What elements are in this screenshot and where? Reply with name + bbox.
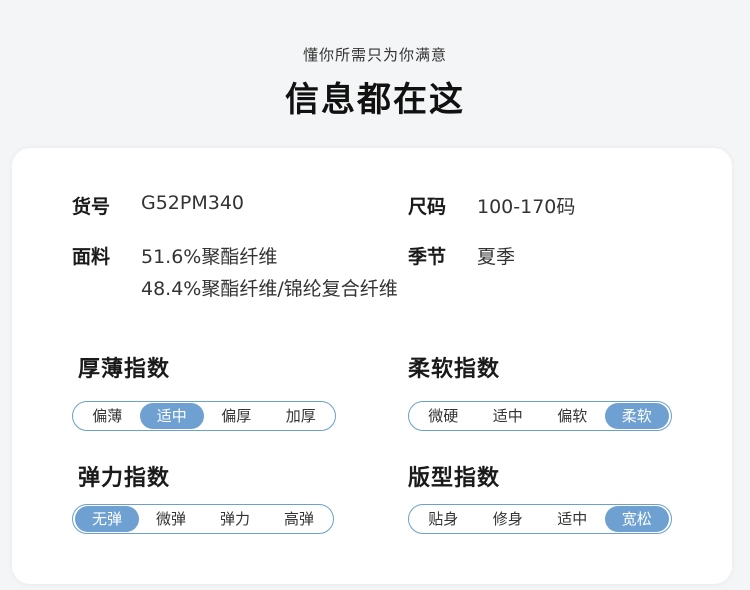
item-number-value: G52PM340 xyxy=(141,192,245,214)
fit-option[interactable]: 宽松 xyxy=(604,506,669,532)
softness-index-title: 柔软指数 xyxy=(408,357,501,382)
softness-option[interactable]: 适中 xyxy=(476,403,541,429)
softness-option[interactable]: 偏软 xyxy=(540,403,605,429)
elasticity-option[interactable]: 微弹 xyxy=(139,506,203,532)
thickness-option[interactable]: 适中 xyxy=(139,403,204,429)
elasticity-index-title: 弹力指数 xyxy=(78,466,171,491)
softness-scale: 微硬 适中 偏软 柔软 xyxy=(408,401,672,431)
thickness-option[interactable]: 加厚 xyxy=(269,403,334,429)
page-title: 信息都在这 xyxy=(285,80,465,120)
elasticity-option[interactable]: 无弹 xyxy=(75,506,139,532)
fit-option[interactable]: 贴身 xyxy=(411,506,476,532)
info-card: 货号 G52PM340 尺码 100-170码 面料 51.6%聚酯纤维 48.… xyxy=(12,148,732,584)
fit-option[interactable]: 适中 xyxy=(540,506,605,532)
item-number-label: 货号 xyxy=(72,196,111,218)
season-value: 夏季 xyxy=(477,246,516,268)
fit-scale: 贴身 修身 适中 宽松 xyxy=(408,504,672,534)
size-value: 100-170码 xyxy=(477,196,576,218)
elasticity-scale: 无弹 微弹 弹力 高弹 xyxy=(72,504,334,534)
size-label: 尺码 xyxy=(408,196,447,218)
fit-index-title: 版型指数 xyxy=(408,466,501,491)
thickness-option[interactable]: 偏厚 xyxy=(204,403,269,429)
thickness-scale: 偏薄 适中 偏厚 加厚 xyxy=(72,401,336,431)
softness-option[interactable]: 柔软 xyxy=(604,403,669,429)
page-subtitle: 懂你所需只为你满意 xyxy=(302,46,447,64)
thickness-option[interactable]: 偏薄 xyxy=(75,403,140,429)
fabric-value-line1: 51.6%聚酯纤维 xyxy=(141,246,278,268)
season-label: 季节 xyxy=(408,246,447,268)
fabric-label: 面料 xyxy=(72,246,111,268)
softness-option[interactable]: 微硬 xyxy=(411,403,476,429)
elasticity-option[interactable]: 高弹 xyxy=(267,506,331,532)
fit-option[interactable]: 修身 xyxy=(476,506,541,532)
fabric-value-line2: 48.4%聚酯纤维/锦纶复合纤维 xyxy=(141,278,398,300)
thickness-index-title: 厚薄指数 xyxy=(78,357,171,382)
elasticity-option[interactable]: 弹力 xyxy=(203,506,267,532)
